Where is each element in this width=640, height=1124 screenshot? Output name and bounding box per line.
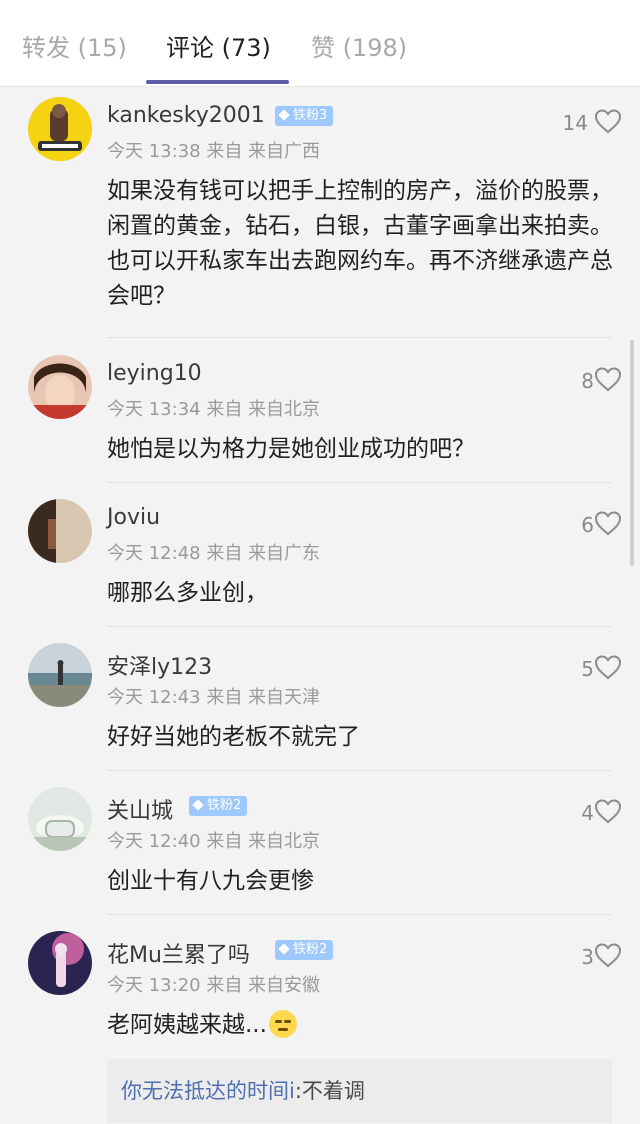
reply-preview[interactable]: 你无法抵达的时间i:不着调 bbox=[107, 1059, 612, 1123]
divider bbox=[107, 914, 612, 915]
tab-likes[interactable]: 赞 (198) bbox=[311, 28, 407, 63]
divider bbox=[107, 770, 612, 771]
avatar[interactable] bbox=[28, 643, 92, 707]
reply-text: 你无法抵达的时间i:不着调 bbox=[121, 1079, 365, 1103]
divider bbox=[107, 482, 612, 483]
avatar[interactable] bbox=[28, 499, 92, 563]
heart-icon[interactable] bbox=[594, 366, 622, 392]
like-count: 5 bbox=[581, 657, 594, 681]
comment-meta: 今天 12:48 来自 来自广东 bbox=[107, 543, 321, 564]
comment-text: 哪那么多业创， bbox=[107, 580, 268, 606]
sleepy-face-icon bbox=[268, 1010, 297, 1038]
like-count: 4 bbox=[581, 801, 594, 825]
username[interactable]: 关山城 bbox=[107, 793, 173, 825]
username[interactable]: 安泽ly123 bbox=[107, 649, 212, 681]
tab-reposts[interactable]: 转发 (15) bbox=[22, 28, 127, 63]
avatar[interactable] bbox=[28, 787, 92, 851]
avatar[interactable] bbox=[28, 97, 92, 161]
active-tab-indicator bbox=[146, 80, 289, 84]
username[interactable]: kankesky2001 bbox=[107, 103, 265, 128]
comment-text: 如果没有钱可以把手上控制的房产，溢价的股票，闲置的黄金，钻石，白银，古董字画拿出… bbox=[107, 178, 613, 309]
diamond-icon bbox=[278, 943, 290, 955]
like-count: 14 bbox=[562, 111, 588, 135]
like-count: 6 bbox=[581, 513, 594, 537]
comment-meta: 今天 13:38 来自 来自广西 bbox=[107, 141, 321, 162]
username[interactable]: 花Mu兰累了吗 bbox=[107, 937, 250, 969]
reply-username[interactable]: 你无法抵达的时间i bbox=[121, 1079, 295, 1103]
tab-bar: 转发 (15) 评论 (73) 赞 (198) bbox=[0, 0, 640, 87]
comment-meta: 今天 12:40 来自 来自北京 bbox=[107, 831, 321, 852]
comment-text: 老阿姨越来越... bbox=[107, 1008, 617, 1043]
heart-icon[interactable] bbox=[594, 798, 622, 824]
like-count: 3 bbox=[581, 945, 594, 969]
comment-text: 创业十有八九会更惨 bbox=[107, 868, 314, 894]
comment-text: 好好当她的老板不就完了 bbox=[107, 724, 360, 750]
comment-meta: 今天 13:34 来自 来自北京 bbox=[107, 399, 321, 420]
tab-comments[interactable]: 评论 (73) bbox=[166, 28, 271, 63]
heart-icon[interactable] bbox=[594, 510, 622, 536]
like-count: 8 bbox=[581, 369, 594, 393]
comment-list[interactable]: kankesky2001 铁粉3 今天 13:38 来自 来自广西 14 如果没… bbox=[0, 87, 640, 1124]
divider bbox=[107, 337, 612, 338]
diamond-icon bbox=[278, 109, 290, 121]
fan-badge: 铁粉3 bbox=[275, 106, 334, 126]
heart-icon[interactable] bbox=[594, 654, 622, 680]
comment-meta: 今天 13:20 来自 来自安徽 bbox=[107, 975, 321, 996]
username[interactable]: Joviu bbox=[107, 505, 160, 530]
divider bbox=[107, 626, 612, 627]
avatar[interactable] bbox=[28, 931, 92, 995]
username[interactable]: leying10 bbox=[107, 361, 202, 386]
diamond-icon bbox=[192, 799, 204, 811]
scrollbar[interactable] bbox=[630, 340, 634, 566]
comment-text: 她怕是以为格力是她创业成功的吧？ bbox=[107, 436, 475, 462]
fan-badge: 铁粉2 bbox=[275, 940, 334, 960]
heart-icon[interactable] bbox=[594, 942, 622, 968]
fan-badge: 铁粉2 bbox=[189, 796, 248, 816]
avatar[interactable] bbox=[28, 355, 92, 419]
heart-icon[interactable] bbox=[594, 108, 622, 134]
comment-meta: 今天 12:43 来自 来自天津 bbox=[107, 687, 321, 708]
